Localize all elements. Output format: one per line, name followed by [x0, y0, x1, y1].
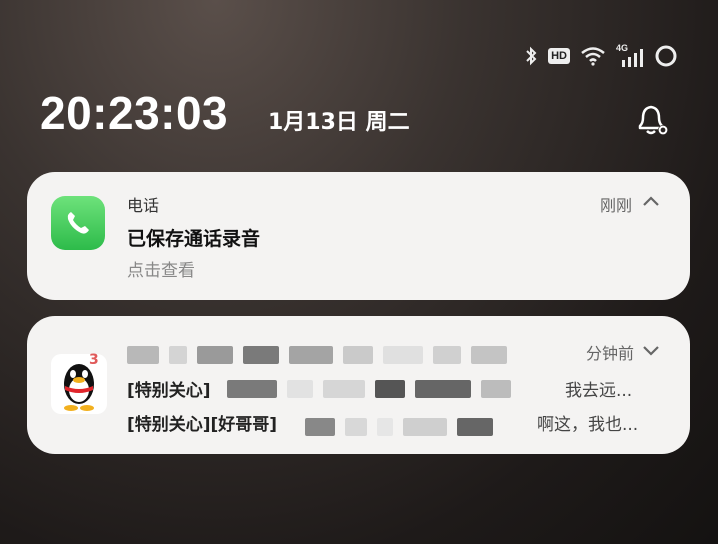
unread-count-badge: 3: [89, 352, 99, 368]
blurred-message-2: [305, 418, 493, 436]
message-line-2-prefix: [特别关心][好哥哥]: [127, 415, 278, 435]
4g-signal-icon: 4G: [616, 43, 644, 67]
hd-icon: HD: [548, 48, 570, 64]
blurred-sender-name: [127, 346, 507, 364]
phone-app-icon: [51, 196, 105, 250]
status-bar: HD 4G: [524, 42, 678, 70]
chevron-up-icon[interactable]: [642, 194, 660, 208]
lockscreen-clock: 20:23:03: [40, 87, 229, 139]
lockscreen-date: 1月13日 周二: [268, 110, 410, 135]
wifi-icon: [581, 47, 605, 66]
notification-phone-recording[interactable]: 电话 已保存通话录音 点击查看 刚刚: [27, 172, 690, 300]
message-line-1-suffix: 我去远...: [565, 381, 633, 401]
notification-title: 已保存通话录音: [127, 228, 261, 250]
notification-time: 分钟前: [585, 344, 634, 363]
bluetooth-icon: [526, 46, 537, 66]
chevron-down-icon[interactable]: [642, 344, 660, 358]
message-line-2-suffix: 啊这，我也...: [537, 415, 639, 435]
message-line-1-prefix: [特别关心]: [127, 381, 211, 401]
battery-ring-icon: [655, 45, 677, 67]
notification-settings-bell-icon[interactable]: [632, 100, 672, 140]
notification-time: 刚刚: [599, 196, 632, 215]
blurred-message-1: [227, 380, 511, 398]
notification-app-name: 电话: [127, 196, 160, 215]
notification-qq-messages[interactable]: 3 分钟前 [特别关心] 我去远... [特别关心][好哥哥] 啊这，我也...: [27, 316, 690, 454]
notification-subtitle: 点击查看: [127, 261, 195, 281]
